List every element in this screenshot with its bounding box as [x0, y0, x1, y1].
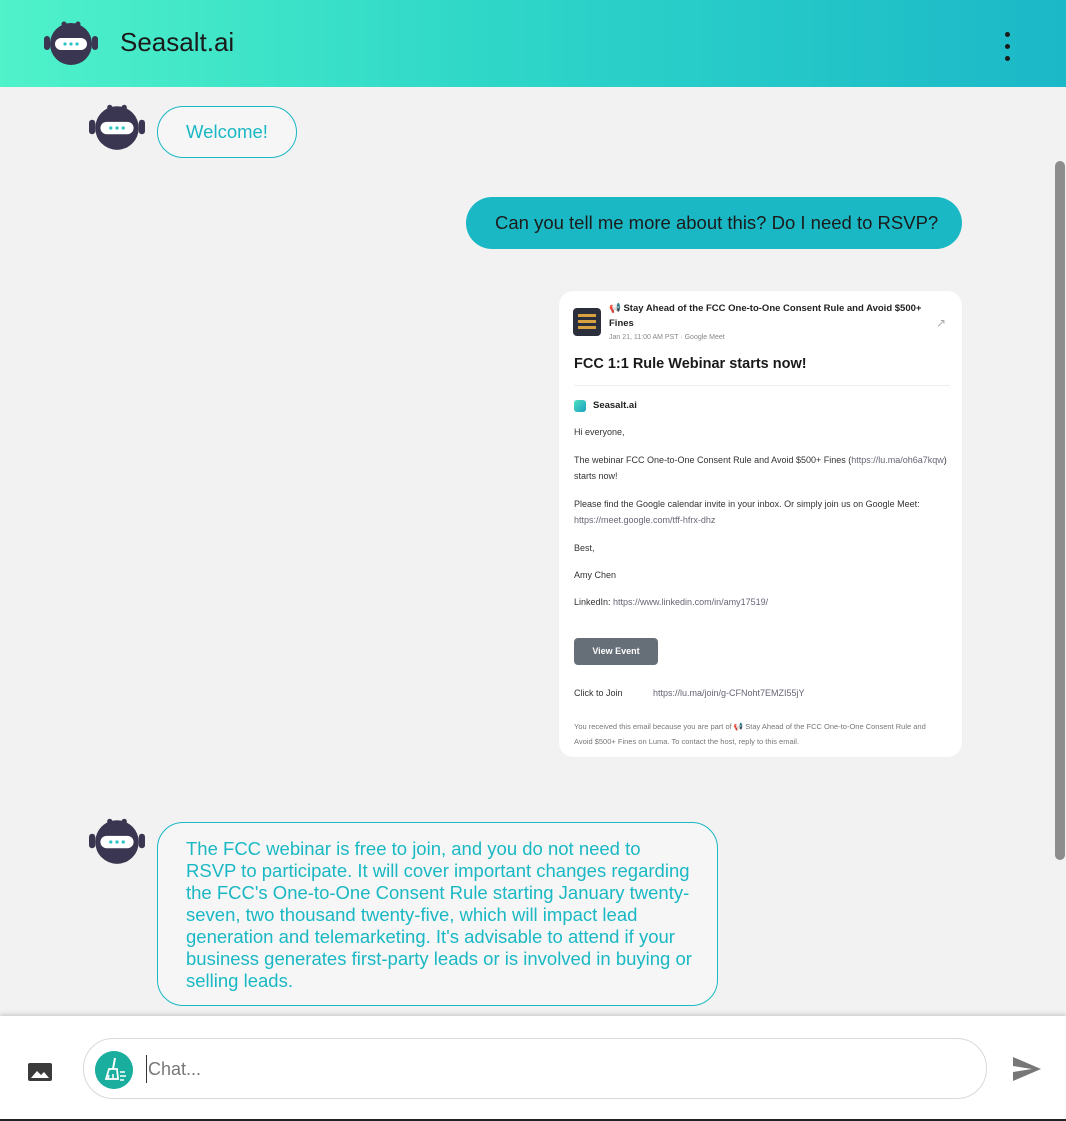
event-title: 📢 Stay Ahead of the FCC One-to-One Conse…	[609, 303, 922, 329]
bot-reply-message: The FCC webinar is free to join, and you…	[157, 822, 718, 1006]
meet-link[interactable]: https://meet.google.com/tff-hfrx-dhz	[574, 515, 715, 525]
send-icon[interactable]	[1010, 1054, 1044, 1084]
seasalt-logo-icon	[574, 400, 586, 412]
join-link[interactable]: https://lu.ma/join/g-CFNoht7EMZI55jY	[653, 688, 805, 698]
chat-composer	[0, 1016, 1066, 1121]
webinar-link[interactable]: https://lu.ma/oh6a7kqw	[851, 455, 944, 465]
kebab-menu-icon[interactable]	[996, 30, 1020, 64]
email-footer: You received this email because you are …	[574, 722, 926, 746]
robot-icon	[44, 21, 98, 65]
bot-avatar	[89, 104, 145, 150]
email-greeting: Hi everyone,	[574, 427, 625, 437]
external-link-icon[interactable]: ↗	[936, 316, 946, 330]
divider	[574, 385, 950, 386]
chat-input-container	[83, 1038, 987, 1099]
chat-input[interactable]	[146, 1055, 946, 1083]
broom-icon[interactable]	[95, 1051, 133, 1089]
app-title: Seasalt.ai	[120, 27, 235, 57]
image-icon[interactable]	[27, 1059, 55, 1085]
email-paragraph-2: Please find the Google calendar invite i…	[574, 499, 920, 525]
email-signer: Amy Chen	[574, 570, 617, 580]
join-label: Click to Join	[574, 688, 623, 698]
email-heading: FCC 1:1 Rule Webinar starts now!	[574, 356, 807, 372]
image-attachment[interactable]: 📢 Stay Ahead of the FCC One-to-One Conse…	[559, 291, 962, 757]
linkedin-link[interactable]: https://www.linkedin.com/in/amy17519/	[613, 597, 768, 607]
view-event-button[interactable]: View Event	[574, 638, 658, 665]
event-meta: Jan 21, 11:00 AM PST · Google Meet	[609, 334, 725, 341]
event-thumbnail	[573, 308, 601, 336]
email-linkedin: LinkedIn: https://www.linkedin.com/in/am…	[574, 597, 769, 607]
sender-name: Seasalt.ai	[593, 400, 637, 411]
scrollbar-thumb[interactable]	[1055, 161, 1065, 860]
bot-avatar	[89, 818, 145, 864]
email-paragraph-1: The webinar FCC One-to-One Consent Rule …	[574, 455, 947, 481]
welcome-message: Welcome!	[157, 106, 297, 158]
email-signoff: Best,	[574, 543, 595, 553]
user-message: Can you tell me more about this? Do I ne…	[466, 197, 962, 249]
chat-transcript: Welcome! Can you tell me more about this…	[0, 87, 1066, 1016]
app-header: Seasalt.ai	[0, 0, 1066, 87]
